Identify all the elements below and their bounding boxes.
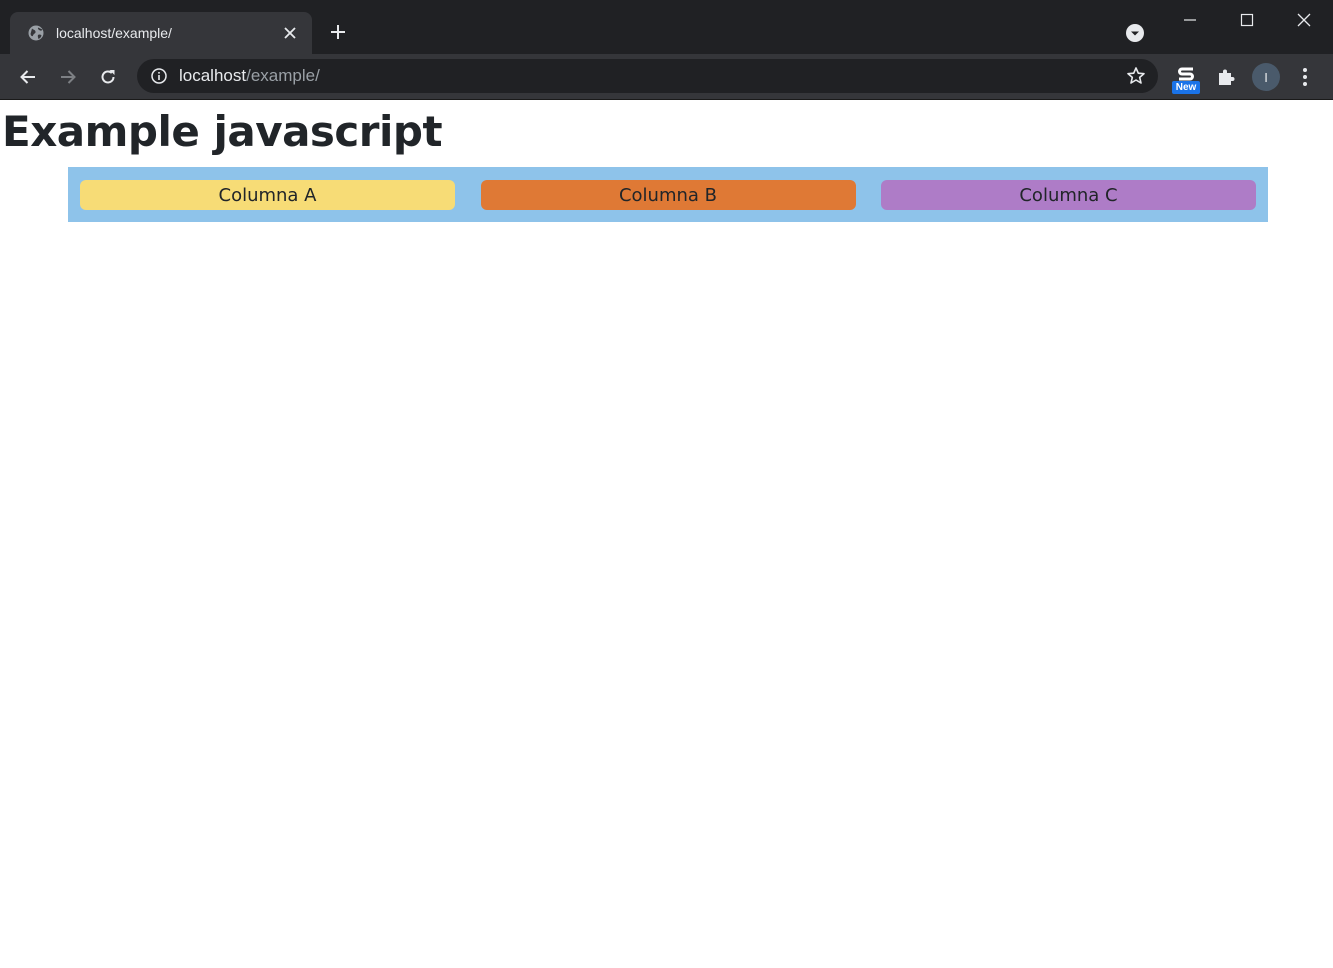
close-icon[interactable] bbox=[1284, 6, 1324, 34]
url-path: /example/ bbox=[246, 66, 320, 85]
plus-icon[interactable] bbox=[326, 20, 350, 44]
url-host: localhost bbox=[179, 66, 247, 85]
extension-logo-icon bbox=[1176, 66, 1196, 82]
minimize-icon[interactable] bbox=[1170, 6, 1210, 34]
extension-new-badge: New bbox=[1172, 81, 1200, 94]
columns-row: Columna A Columna B Columna C bbox=[68, 167, 1268, 222]
arrow-right-icon[interactable] bbox=[53, 62, 83, 92]
chevron-down-circle-icon[interactable] bbox=[1124, 22, 1146, 44]
url-text: localhost/example/ bbox=[179, 59, 320, 93]
browser-tab[interactable]: localhost/example/ bbox=[10, 12, 312, 54]
tab-strip: localhost/example/ bbox=[0, 0, 1333, 54]
column-a: Columna A bbox=[80, 180, 455, 210]
page-content: Example javascript Columna A Columna B C… bbox=[0, 100, 1333, 968]
tab-title: localhost/example/ bbox=[56, 25, 172, 41]
column-c: Columna C bbox=[881, 180, 1256, 210]
arrow-left-icon[interactable] bbox=[13, 62, 43, 92]
reload-icon[interactable] bbox=[93, 62, 123, 92]
star-icon[interactable] bbox=[1126, 66, 1146, 86]
info-icon[interactable] bbox=[150, 67, 168, 85]
globe-icon bbox=[27, 24, 45, 42]
avatar[interactable]: I bbox=[1252, 63, 1280, 91]
address-bar[interactable]: localhost/example/ bbox=[137, 59, 1158, 93]
extension-button[interactable]: New bbox=[1170, 66, 1202, 96]
page-title: Example javascript bbox=[2, 107, 443, 156]
kebab-menu-icon[interactable] bbox=[1294, 66, 1316, 88]
close-icon[interactable] bbox=[280, 23, 300, 43]
column-b: Columna B bbox=[480, 180, 856, 210]
browser-toolbar: localhost/example/ New I bbox=[0, 54, 1333, 100]
puzzle-icon[interactable] bbox=[1215, 66, 1237, 88]
maximize-icon[interactable] bbox=[1227, 6, 1267, 34]
